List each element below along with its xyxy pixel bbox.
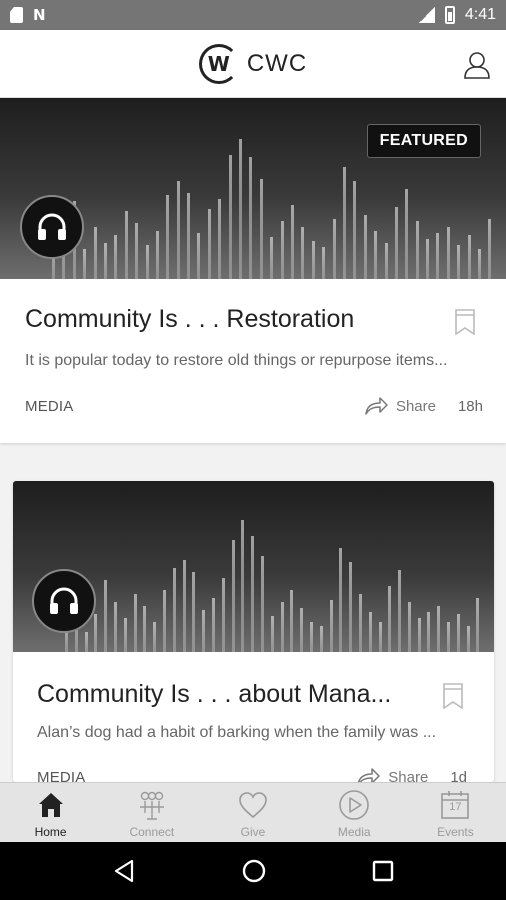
share-button[interactable]: Share <box>356 768 428 782</box>
n-icon: N <box>33 6 46 24</box>
bookmark-icon[interactable] <box>442 683 464 709</box>
card-category[interactable]: MEDIA <box>25 398 74 415</box>
home-icon <box>38 793 63 817</box>
status-bar: N 4:41 <box>0 0 506 30</box>
status-time: 4:41 <box>464 6 496 23</box>
share-icon <box>358 768 381 782</box>
nav-give-label: Give <box>240 825 266 839</box>
nav-events-label: Events <box>437 825 474 839</box>
nav-give[interactable]: Give <box>202 783 303 842</box>
bookmark-icon[interactable] <box>454 309 476 335</box>
share-button[interactable]: Share <box>364 397 436 415</box>
logo-text: CWC <box>246 49 308 77</box>
logo[interactable]: W CWC <box>198 43 308 84</box>
card-body: Community Is . . . about Mana... Alan’s … <box>13 652 494 782</box>
card-excerpt: Alan’s dog had a habit of barking when t… <box>37 724 437 741</box>
card-hero-image: FEATURED <box>0 98 506 279</box>
nav-home-label: Home <box>34 825 67 839</box>
play-icon <box>339 790 370 820</box>
system-navigation-bar <box>0 842 506 900</box>
card-category[interactable]: MEDIA <box>37 769 86 783</box>
app-screen: N 4:41 W CWC FEATURED Community Is . . .… <box>0 0 506 900</box>
sd-card-icon <box>10 7 23 23</box>
logo-mark: W <box>198 43 239 84</box>
recents-icon[interactable] <box>372 860 394 882</box>
heart-icon <box>239 792 267 819</box>
bottom-navigation: Home Connect Give Media 17 Events <box>0 782 506 842</box>
profile-button[interactable] <box>462 50 492 80</box>
nav-media[interactable]: Media <box>304 783 405 842</box>
battery-icon <box>444 6 455 24</box>
share-label: Share <box>388 768 429 783</box>
home-button-icon[interactable] <box>241 858 267 884</box>
card-time: 18h <box>457 397 483 415</box>
back-icon[interactable] <box>112 859 136 883</box>
card-body: Community Is . . . Restoration It is pop… <box>0 279 506 443</box>
featured-tag: FEATURED <box>366 124 481 158</box>
nav-media-label: Media <box>337 825 371 839</box>
app-header: W CWC <box>0 30 506 98</box>
headphones-icon <box>32 569 96 633</box>
card-title[interactable]: Community Is . . . Restoration <box>25 305 405 334</box>
share-label: Share <box>395 397 436 415</box>
user-icon <box>464 52 490 79</box>
card-title[interactable]: Community Is . . . about Mana... <box>37 680 417 709</box>
people-icon <box>139 791 164 820</box>
card-excerpt: It is popular today to restore old thing… <box>25 352 448 369</box>
feed[interactable]: FEATURED Community Is . . . Restoration … <box>0 98 506 782</box>
card-hero-image <box>13 481 494 652</box>
card-meta: MEDIA Share 18h <box>25 397 483 415</box>
nav-home[interactable]: Home <box>0 783 101 842</box>
signal-icon <box>418 7 435 23</box>
calendar-day: 17 <box>449 801 462 813</box>
headphones-icon <box>20 195 84 259</box>
media-card[interactable]: Community Is . . . about Mana... Alan’s … <box>13 481 494 782</box>
card-time: 1d <box>450 768 467 783</box>
share-icon <box>365 397 388 415</box>
nav-connect-label: Connect <box>129 825 175 839</box>
nav-connect[interactable]: Connect <box>101 783 202 842</box>
featured-card[interactable]: FEATURED Community Is . . . Restoration … <box>0 98 506 443</box>
nav-events[interactable]: 17 Events <box>405 783 506 842</box>
waveform-graphic <box>13 481 494 652</box>
card-meta: MEDIA Share 1d <box>37 768 467 782</box>
